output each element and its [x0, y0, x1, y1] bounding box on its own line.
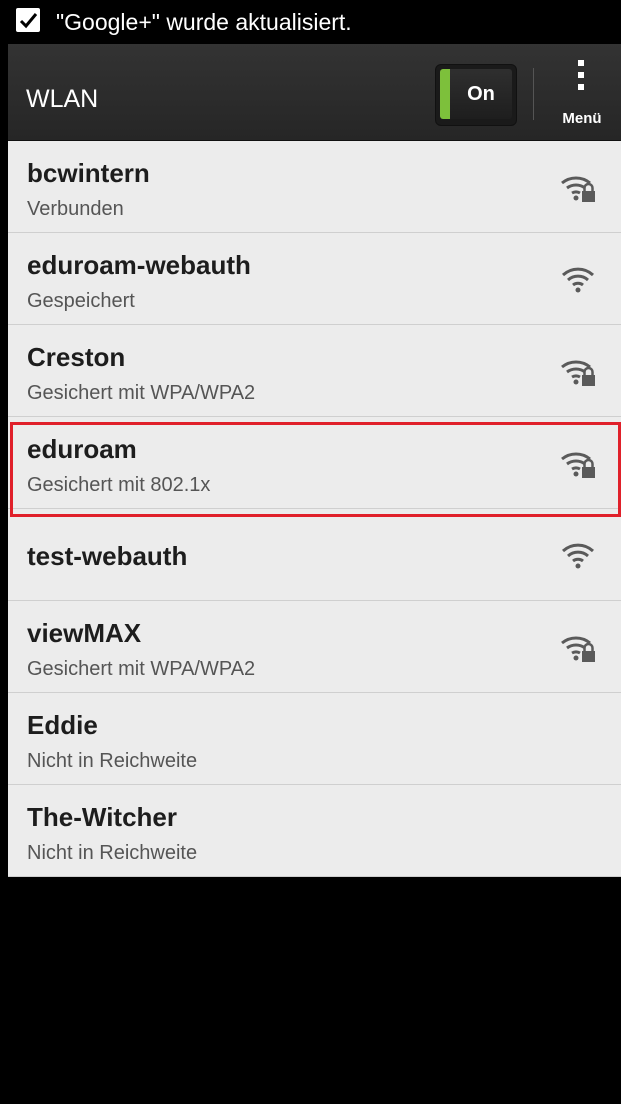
network-name: eduroam-webauth	[27, 250, 251, 280]
network-name: bcwintern	[27, 158, 150, 188]
menu-label: Menü	[562, 110, 602, 127]
empty-area	[8, 886, 621, 1104]
network-name: The-Witcher	[27, 802, 177, 832]
wifi-icon	[561, 543, 595, 569]
network-row-viewmax[interactable]: viewMAX Gesichert mit WPA/WPA2	[8, 601, 621, 693]
network-status: Gesichert mit 802.1x	[27, 474, 211, 496]
network-status: Nicht in Reichweite	[27, 842, 198, 864]
network-status: Nicht in Reichweite	[27, 750, 198, 772]
network-row-eddie[interactable]: Eddie Nicht in Reichweite	[8, 693, 621, 785]
menu-button[interactable]: Menü	[550, 58, 614, 128]
page-title: WLAN	[26, 85, 99, 113]
network-status: Verbunden	[27, 198, 124, 220]
network-row-creston[interactable]: Creston Gesichert mit WPA/WPA2	[8, 325, 621, 417]
wifi-lock-icon	[561, 636, 595, 662]
network-name: viewMAX	[27, 618, 142, 648]
wifi-lock-icon	[561, 452, 595, 478]
overflow-dots-icon	[578, 60, 584, 96]
shopping-bag-check-icon	[16, 8, 40, 32]
action-bar: WLAN On Menü	[8, 44, 621, 141]
network-status: Gesichert mit WPA/WPA2	[27, 658, 256, 680]
wifi-icon	[561, 267, 595, 293]
wifi-lock-icon	[561, 360, 595, 386]
network-row-bcwintern[interactable]: bcwintern Verbunden	[8, 141, 621, 233]
network-row-test-webauth[interactable]: test-webauth	[8, 509, 621, 601]
network-name: Eddie	[27, 710, 98, 740]
wlan-toggle[interactable]: On	[435, 64, 517, 126]
status-bar: "Google+" wurde aktualisiert.	[8, 0, 621, 44]
wifi-lock-icon	[561, 176, 595, 202]
network-row-eduroam-webauth[interactable]: eduroam-webauth Gespeichert	[8, 233, 621, 325]
phone-screen: "Google+" wurde aktualisiert. WLAN On Me…	[8, 0, 621, 1104]
network-name: test-webauth	[27, 541, 188, 571]
toggle-on-indicator	[440, 69, 450, 119]
toggle-label: On	[450, 69, 512, 119]
network-status: Gespeichert	[27, 290, 135, 312]
network-name: Creston	[27, 342, 126, 372]
network-row-the-witcher[interactable]: The-Witcher Nicht in Reichweite	[8, 785, 621, 877]
network-status: Gesichert mit WPA/WPA2	[27, 382, 256, 404]
notification-text: "Google+" wurde aktualisiert.	[56, 9, 352, 35]
network-row-eduroam[interactable]: eduroam Gesichert mit 802.1x	[8, 417, 621, 509]
network-name: eduroam	[27, 434, 137, 464]
action-divider	[533, 68, 534, 120]
network-list: bcwintern Verbunden eduroam-webauth Gesp…	[8, 141, 621, 877]
